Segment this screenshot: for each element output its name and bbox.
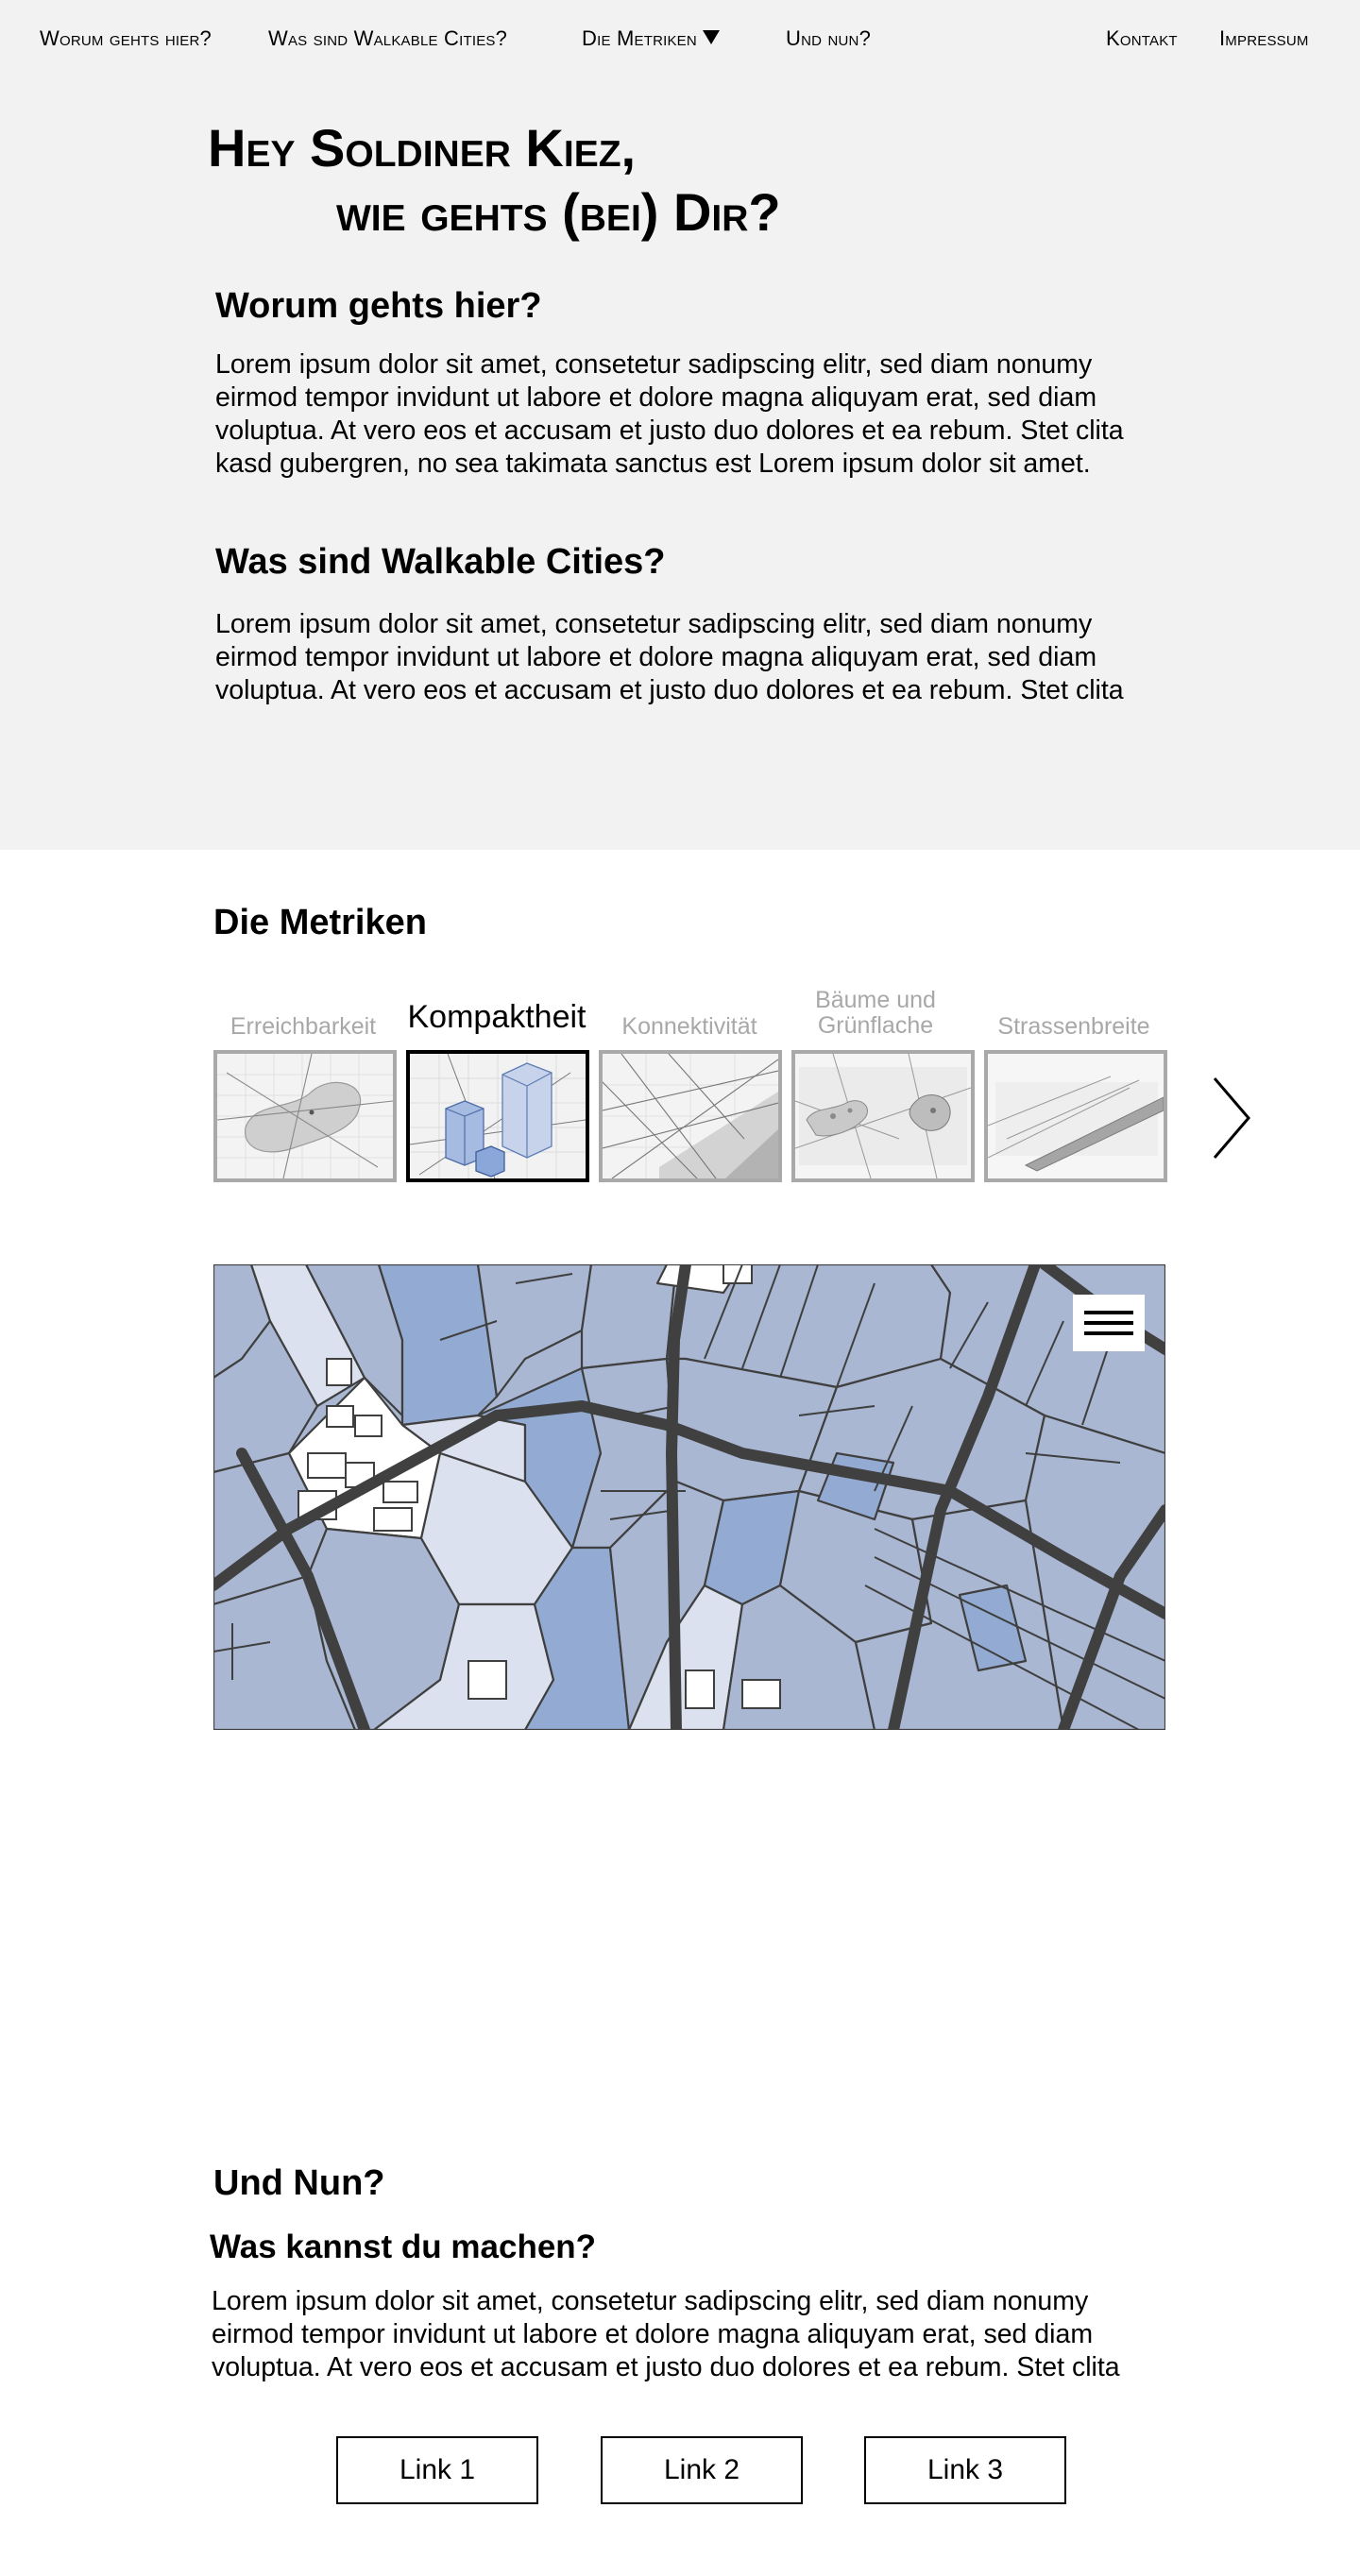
metric-label-konnektivitaet[interactable]: Konnektivität <box>597 1014 782 1040</box>
nav-link-und-nun[interactable]: Und nun? <box>786 26 871 51</box>
kompaktheit-illustration <box>410 1054 586 1178</box>
erreichbarkeit-illustration <box>217 1054 393 1178</box>
link-1-button[interactable]: Link 1 <box>336 2436 538 2504</box>
nav-link-metriken-label: Die Metriken <box>582 26 697 50</box>
section-text-walkable: Lorem ipsum dolor sit amet, consetetur s… <box>215 609 1124 705</box>
kiez-map[interactable] <box>213 1264 1165 1730</box>
top-navigation: Worum gehts hier? Was sind Walkable Citi… <box>0 0 1360 77</box>
hamburger-bar <box>1084 1331 1133 1335</box>
metric-thumb-strassenbreite[interactable] <box>984 1050 1167 1182</box>
undnun-subheading: Was kannst du machen? <box>210 2229 597 2265</box>
nav-link-impressum[interactable]: Impressum <box>1219 26 1309 51</box>
metric-thumb-kompaktheit[interactable] <box>406 1050 589 1182</box>
undnun-text: Lorem ipsum dolor sit amet, consetetur s… <box>212 2286 1120 2382</box>
nav-link-kontakt[interactable]: Kontakt <box>1106 26 1178 51</box>
page-title-line1: Hey Soldiner Kiez, <box>208 118 637 178</box>
undnun-heading: Und Nun? <box>213 2163 385 2203</box>
hamburger-menu-icon[interactable] <box>1073 1295 1145 1351</box>
metrics-heading: Die Metriken <box>213 903 427 942</box>
nav-link-walkable-cities[interactable]: Was sind Walkable Cities? <box>268 26 507 51</box>
section-heading-worum: Worum gehts hier? <box>215 286 542 326</box>
link-3-button[interactable]: Link 3 <box>864 2436 1066 2504</box>
section-heading-walkable: Was sind Walkable Cities? <box>215 542 666 582</box>
baeume-illustration <box>795 1054 971 1178</box>
hamburger-bar <box>1084 1321 1133 1325</box>
nav-link-worum[interactable]: Worum gehts hier? <box>40 26 212 51</box>
map-canvas <box>213 1264 1165 1730</box>
metric-label-baeume[interactable]: Bäume und Grünflache <box>783 988 968 1039</box>
metric-label-erreichbarkeit[interactable]: Erreichbarkeit <box>211 1014 396 1040</box>
metric-thumb-konnektivitaet[interactable] <box>599 1050 782 1182</box>
section-text-worum: Lorem ipsum dolor sit amet, consetetur s… <box>215 349 1124 479</box>
strassenbreite-illustration <box>988 1054 1164 1178</box>
metric-thumb-erreichbarkeit[interactable] <box>213 1050 397 1182</box>
hamburger-bar <box>1084 1311 1133 1314</box>
link-2-button[interactable]: Link 2 <box>601 2436 803 2504</box>
chevron-right-icon[interactable] <box>1211 1075 1254 1161</box>
metric-thumb-baeume[interactable] <box>791 1050 975 1182</box>
metric-label-kompaktheit[interactable]: Kompaktheit <box>404 1001 589 1033</box>
metric-label-strassenbreite[interactable]: Strassenbreite <box>981 1014 1166 1040</box>
konnektivitaet-illustration <box>603 1054 778 1178</box>
page-title-line2: wie gehts (bei) Dir? <box>336 182 781 242</box>
nav-link-metriken[interactable]: Die Metriken <box>582 26 720 51</box>
triangle-down-icon <box>702 30 720 44</box>
